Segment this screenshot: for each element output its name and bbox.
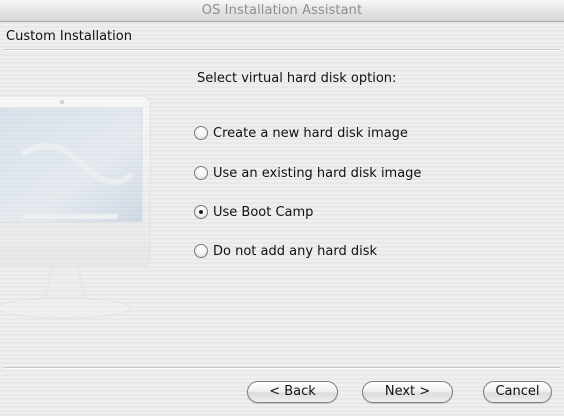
radio-button-selected[interactable] [194, 205, 208, 219]
window-title: OS Installation Assistant [201, 3, 363, 18]
imac-illustration [0, 95, 151, 319]
title-bar[interactable]: OS Installation Assistant [0, 0, 564, 22]
option-label[interactable]: Use an existing hard disk image [213, 166, 421, 181]
option-label[interactable]: Create a new hard disk image [213, 126, 408, 141]
option-use-existing-disk[interactable]: Use an existing hard disk image [194, 164, 421, 182]
back-button[interactable]: < Back [247, 381, 338, 403]
header-divider [4, 49, 560, 51]
option-create-new-disk[interactable]: Create a new hard disk image [194, 124, 408, 142]
section-title: Custom Installation [6, 29, 132, 44]
radio-button[interactable] [194, 126, 208, 140]
option-label[interactable]: Do not add any hard disk [213, 244, 377, 259]
option-label[interactable]: Use Boot Camp [213, 205, 313, 220]
option-no-hard-disk[interactable]: Do not add any hard disk [194, 242, 377, 260]
installer-window: OS Installation Assistant Custom Install… [0, 0, 564, 416]
option-use-boot-camp[interactable]: Use Boot Camp [194, 203, 313, 221]
disk-option-prompt: Select virtual hard disk option: [197, 71, 397, 86]
next-button[interactable]: Next > [362, 381, 453, 403]
radio-button[interactable] [194, 244, 208, 258]
footer-divider [4, 367, 560, 369]
radio-button[interactable] [194, 166, 208, 180]
cancel-button[interactable]: Cancel [483, 381, 552, 403]
